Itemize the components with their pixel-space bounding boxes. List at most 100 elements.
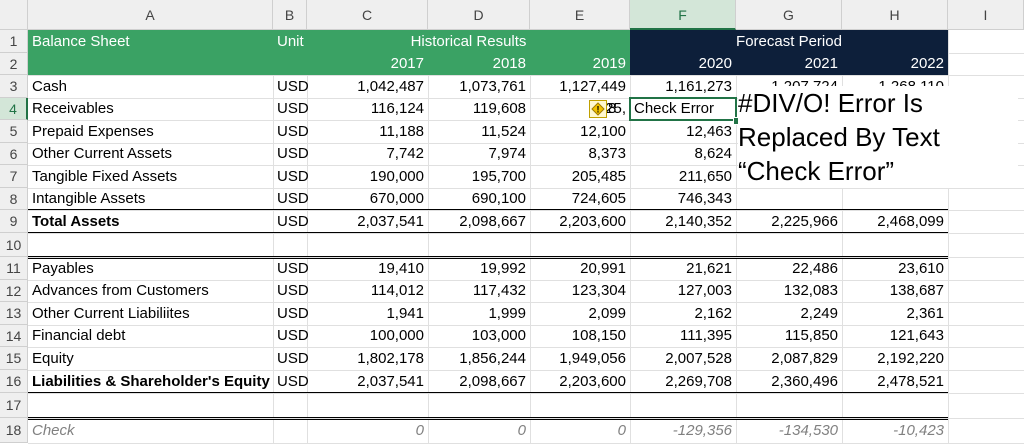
row-header-11[interactable]: 11 xyxy=(0,257,28,280)
column-header-i[interactable]: I xyxy=(948,0,1024,30)
row-header-9[interactable]: 9 xyxy=(0,210,28,233)
row-header-12[interactable]: 12 xyxy=(0,280,28,302)
row-header-8[interactable]: 8 xyxy=(0,188,28,210)
row-label: Total Assets xyxy=(32,213,120,230)
unit-cell: USD xyxy=(277,123,309,140)
value-cell: 670,000 xyxy=(369,190,424,207)
value-cell: 2,203,600 xyxy=(559,213,626,230)
row-header-13[interactable]: 13 xyxy=(0,302,28,325)
value-cell: 1,127,449 xyxy=(559,78,626,95)
value-cell: 12,463 xyxy=(686,123,732,140)
value-cell: 8,624 xyxy=(694,145,732,162)
value-cell: 21,621 xyxy=(686,260,732,277)
forecast-period-header: Forecast Period xyxy=(736,33,842,50)
row-header-1[interactable]: 1 xyxy=(0,30,28,53)
value-cell: 117,432 xyxy=(472,282,526,299)
row-header-17[interactable]: 17 xyxy=(0,393,28,418)
unit-cell: USD xyxy=(277,327,309,344)
row-label: Receivables xyxy=(32,100,114,117)
value-cell: 116,124 xyxy=(370,100,424,117)
unit-cell: USD xyxy=(277,305,309,322)
row-label: Other Current Assets xyxy=(32,145,173,162)
value-cell: 138,687 xyxy=(889,282,944,299)
column-header-g[interactable]: G xyxy=(736,0,842,30)
row-label: Check xyxy=(32,422,75,439)
border-line xyxy=(28,417,948,420)
value-cell: 119,608 xyxy=(472,100,526,117)
unit-header: Unit xyxy=(277,33,304,50)
row-label: Prepaid Expenses xyxy=(32,123,154,140)
value-cell: 127,003 xyxy=(677,282,732,299)
svg-text:!: ! xyxy=(597,105,600,115)
column-header-d[interactable]: D xyxy=(428,0,530,30)
year-header-2017: 2017 xyxy=(390,55,424,72)
value-cell: 2,360,496 xyxy=(771,373,838,390)
row-header-2[interactable]: 2 xyxy=(0,53,28,75)
value-cell: -134,530 xyxy=(778,422,838,439)
value-cell: 1,949,056 xyxy=(559,350,626,367)
value-cell: 2,225,966 xyxy=(771,213,838,230)
column-header-c[interactable]: C xyxy=(307,0,428,30)
row-label: Tangible Fixed Assets xyxy=(32,168,178,185)
value-cell: 1,856,244 xyxy=(459,350,526,367)
value-cell: 2,249 xyxy=(800,305,838,322)
value-cell: 2,192,220 xyxy=(877,350,944,367)
value-cell: 211,650 xyxy=(678,168,732,185)
value-cell: 2,203,600 xyxy=(559,373,626,390)
value-cell: 108,150 xyxy=(571,327,626,344)
row-header-10[interactable]: 10 xyxy=(0,233,28,257)
unit-cell: USD xyxy=(277,260,309,277)
value-cell: 121,643 xyxy=(889,327,944,344)
value-cell: 2,140,352 xyxy=(665,213,732,230)
row-header-6[interactable]: 6 xyxy=(0,143,28,165)
value-cell: 2,162 xyxy=(694,305,732,322)
column-header-b[interactable]: B xyxy=(273,0,307,30)
value-cell: 23,610 xyxy=(898,260,944,277)
value-cell: 19,992 xyxy=(480,260,526,277)
value-cell: 2,037,541 xyxy=(357,213,424,230)
value-cell: 132,083 xyxy=(783,282,838,299)
row-header-3[interactable]: 3 xyxy=(0,75,28,98)
warning-diamond-icon[interactable]: ! xyxy=(589,100,607,118)
value-cell: 2,099 xyxy=(588,305,626,322)
value-cell: 100,000 xyxy=(369,327,424,344)
column-header-e[interactable]: E xyxy=(530,0,630,30)
value-cell: 2,098,667 xyxy=(459,213,526,230)
gridline-h xyxy=(28,233,1024,234)
year-header-2021: 2021 xyxy=(804,55,838,72)
row-label: Financial debt xyxy=(32,327,126,344)
value-cell: 0 xyxy=(415,422,424,439)
callout-line: “Check Error” xyxy=(738,156,895,186)
unit-cell: USD xyxy=(277,168,309,185)
column-header-a[interactable]: A xyxy=(28,0,273,30)
unit-cell: USD xyxy=(277,213,309,230)
value-cell: 195,700 xyxy=(471,168,526,185)
value-cell: 2,087,829 xyxy=(771,350,838,367)
row-header-4[interactable]: 4 xyxy=(0,98,28,120)
value-cell: 2,269,708 xyxy=(665,373,732,390)
row-header-5[interactable]: 5 xyxy=(0,120,28,143)
value-cell: 2,007,528 xyxy=(665,350,732,367)
callout-line: Replaced By Text xyxy=(738,122,940,152)
row-label: Cash xyxy=(32,78,68,95)
value-cell: 1,802,178 xyxy=(357,350,424,367)
value-cell: 19,410 xyxy=(378,260,424,277)
row-header-14[interactable]: 14 xyxy=(0,325,28,347)
year-header-2020: 2020 xyxy=(698,55,732,72)
value-cell: 2,098,667 xyxy=(459,373,526,390)
column-header-f[interactable]: F xyxy=(630,0,736,30)
row-header-15[interactable]: 15 xyxy=(0,347,28,370)
row-header-18[interactable]: 18 xyxy=(0,418,28,443)
row-header-7[interactable]: 7 xyxy=(0,165,28,188)
value-cell: 11,524 xyxy=(481,123,526,140)
active-cell-selection[interactable] xyxy=(629,97,737,121)
value-cell: 103,000 xyxy=(471,327,526,344)
value-cell: 1,161,273 xyxy=(665,78,732,95)
select-all-corner[interactable] xyxy=(0,0,28,30)
column-header-h[interactable]: H xyxy=(842,0,948,30)
historical-results-header: Historical Results xyxy=(410,33,527,50)
receivables-2019-tail: 8 xyxy=(608,100,617,117)
unit-cell: USD xyxy=(277,190,309,207)
value-cell: 0 xyxy=(617,422,626,439)
row-header-16[interactable]: 16 xyxy=(0,370,28,393)
